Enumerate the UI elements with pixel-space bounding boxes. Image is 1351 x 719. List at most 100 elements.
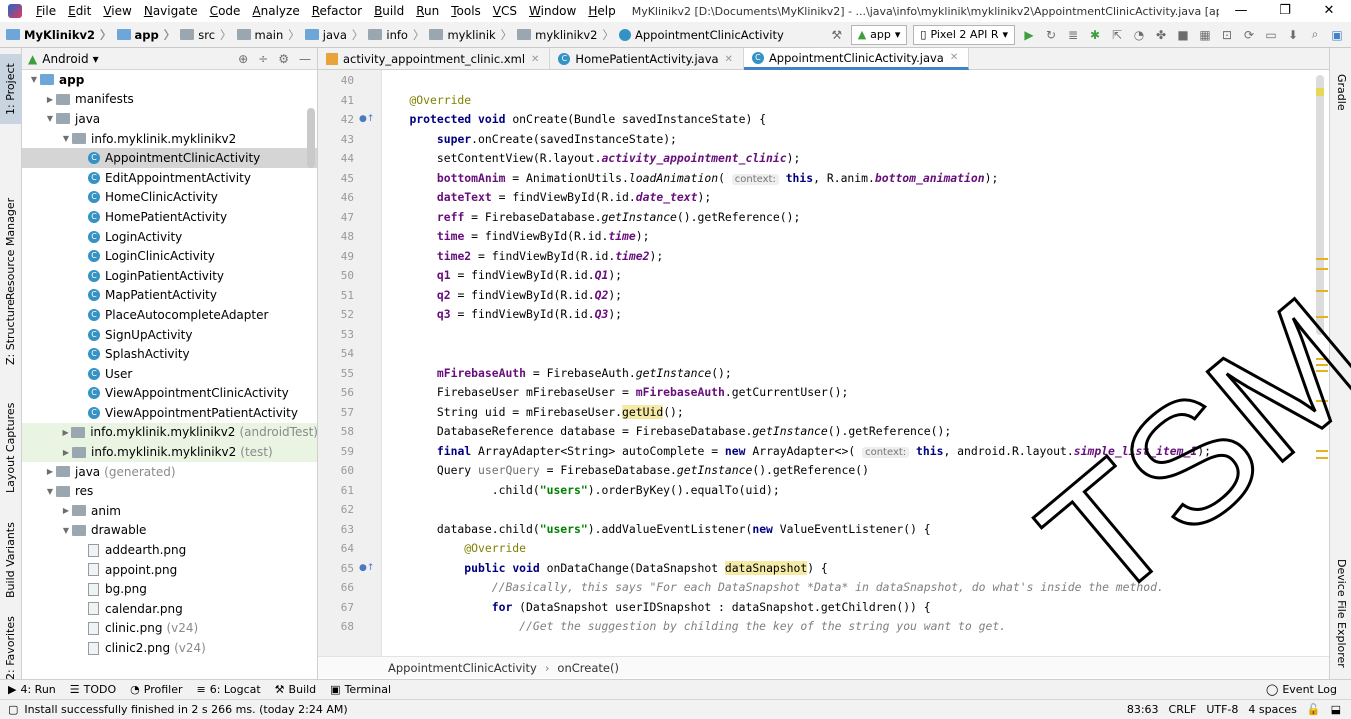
editor-tab[interactable]: C AppointmentClinicActivity.java ✕ — [743, 48, 970, 70]
tool-tab-resource-manager[interactable]: Resource Manager — [0, 194, 22, 304]
override-marker-icon[interactable]: ●↑ — [359, 110, 374, 130]
code-line[interactable]: .child("users").orderByKey().equalTo(uid… — [382, 481, 780, 501]
tool-tab-logcat[interactable]: ≡ 6: Logcat — [197, 683, 261, 696]
line-number[interactable]: 47 — [318, 208, 354, 228]
expanded-arrow-icon[interactable]: ▼ — [60, 134, 72, 143]
code-line[interactable]: protected void onCreate(Bundle savedInst… — [382, 110, 766, 130]
tree-item[interactable]: C AppointmentClinicActivity — [22, 148, 317, 168]
line-number[interactable]: 57 — [318, 403, 354, 423]
apply-code-changes-icon[interactable]: ≣ — [1065, 27, 1081, 43]
line-number[interactable]: 51 — [318, 286, 354, 306]
tool-tab-favorites[interactable]: 2: Favorites — [0, 616, 22, 680]
code-line[interactable]: @Override — [382, 91, 471, 111]
code-line[interactable]: final ArrayAdapter<String> autoComplete … — [382, 442, 1211, 462]
tree-item[interactable]: C LoginActivity — [22, 227, 317, 247]
error-stripe-marker[interactable] — [1316, 316, 1328, 318]
expanded-arrow-icon[interactable]: ▼ — [60, 526, 72, 535]
code-line[interactable]: @Override — [382, 539, 526, 559]
tool-tab-device-file-explorer[interactable]: Device File Explorer — [1330, 548, 1351, 678]
indent-setting[interactable]: 4 spaces — [1248, 703, 1297, 716]
error-stripe-marker[interactable] — [1316, 400, 1328, 402]
tree-item[interactable]: calendar.png — [22, 599, 317, 619]
file-encoding[interactable]: UTF-8 — [1206, 703, 1238, 716]
tool-tab-event-log[interactable]: ◯ Event Log — [1266, 683, 1337, 696]
tool-tab-structure[interactable]: Z: Structure — [0, 292, 22, 372]
menu-navigate[interactable]: Navigate — [138, 0, 204, 22]
project-structure-icon[interactable]: ▦ — [1197, 27, 1213, 43]
tool-tab-layout-captures[interactable]: Layout Captures — [0, 398, 22, 498]
debug-icon[interactable]: ✱ — [1087, 27, 1103, 43]
line-number[interactable]: 52 — [318, 305, 354, 325]
tree-item[interactable]: ▶ anim — [22, 501, 317, 521]
override-marker-icon[interactable]: ●↑ — [359, 559, 374, 579]
line-number[interactable]: 40 — [318, 71, 354, 91]
sdk-manager-icon[interactable]: ⬇ — [1285, 27, 1301, 43]
tree-item[interactable]: C HomePatientActivity — [22, 207, 317, 227]
code-line[interactable]: //Get the suggestion by childing the key… — [382, 617, 1006, 637]
locate-icon[interactable]: ⊕ — [238, 52, 248, 66]
nav-crumb-info[interactable]: info 〉 — [368, 27, 429, 43]
close-icon[interactable]: ✕ — [1307, 0, 1351, 22]
line-number[interactable]: 42 — [318, 110, 354, 130]
code-line[interactable]: database.child("users").addValueEventLis… — [382, 520, 931, 540]
tool-tab-todo[interactable]: ☰ TODO — [70, 683, 116, 696]
editor-gutter[interactable]: 40 41 42 ●↑ 43 44 45 46 47 48 49 50 51 52 53 54 55 56 57 58… — [318, 70, 382, 656]
profile-icon[interactable]: ◔ — [1131, 27, 1147, 43]
line-number[interactable]: 66 — [318, 578, 354, 598]
line-number[interactable]: 49 — [318, 247, 354, 267]
collapsed-arrow-icon[interactable]: ▶ — [60, 428, 71, 437]
tree-item[interactable]: C ViewAppointmentClinicActivity — [22, 384, 317, 404]
tree-item[interactable]: C PlaceAutocompleteAdapter — [22, 305, 317, 325]
tree-item[interactable]: ▶ manifests — [22, 90, 317, 110]
code-line[interactable]: mFirebaseAuth = FirebaseAuth.getInstance… — [382, 364, 732, 384]
tree-item[interactable]: ▼ java — [22, 109, 317, 129]
tree-item[interactable]: ▶ info.myklinik.myklinikv2 (test) — [22, 442, 317, 462]
line-number[interactable]: 61 — [318, 481, 354, 501]
line-number[interactable]: 55 — [318, 364, 354, 384]
expanded-arrow-icon[interactable]: ▼ — [44, 487, 56, 496]
nav-crumb-main[interactable]: main 〉 — [236, 27, 305, 43]
editor-tab[interactable]: activity_appointment_clinic.xml ✕ — [318, 48, 551, 70]
tree-item[interactable]: appoint.png — [22, 560, 317, 580]
line-number[interactable]: 59 — [318, 442, 354, 462]
menu-edit[interactable]: Edit — [62, 0, 97, 22]
project-view-select[interactable]: Android — [42, 52, 88, 66]
line-number[interactable]: 64 — [318, 539, 354, 559]
tool-tab-gradle[interactable]: Gradle — [1330, 62, 1351, 122]
nav-crumb-class[interactable]: AppointmentClinicActivity — [619, 28, 784, 42]
tree-item[interactable]: C EditAppointmentActivity — [22, 168, 317, 188]
menu-view[interactable]: View — [97, 0, 137, 22]
line-number[interactable]: 68 — [318, 617, 354, 637]
nav-crumb-src[interactable]: src 〉 — [180, 27, 236, 43]
code-line[interactable]: for (DataSnapshot userIDSnapshot : dataS… — [382, 598, 931, 618]
run-icon[interactable]: ▶ — [1021, 27, 1037, 43]
line-number[interactable]: 48 — [318, 227, 354, 247]
stop-icon[interactable]: ■ — [1175, 27, 1191, 43]
tree-item[interactable]: C LoginPatientActivity — [22, 266, 317, 286]
line-number[interactable]: 53 — [318, 325, 354, 345]
line-number[interactable]: 43 — [318, 130, 354, 150]
run-config-select[interactable]: ▲ app ▾ — [850, 24, 908, 45]
code-line[interactable]: DatabaseReference database = FirebaseDat… — [382, 422, 951, 442]
editor-tab[interactable]: C HomePatientActivity.java ✕ — [550, 48, 744, 70]
line-number[interactable]: 44 — [318, 149, 354, 169]
line-number[interactable]: 67 — [318, 598, 354, 618]
error-stripe-marker[interactable] — [1316, 364, 1328, 366]
code-line[interactable]: time2 = findViewById(R.id.time2); — [382, 247, 663, 267]
menu-refactor[interactable]: Refactor — [306, 0, 368, 22]
tree-item[interactable]: C SignUpActivity — [22, 325, 317, 345]
tree-item[interactable]: C HomeClinicActivity — [22, 188, 317, 208]
expanded-arrow-icon[interactable]: ▼ — [44, 114, 56, 123]
code-editor[interactable]: 40 41 42 ●↑ 43 44 45 46 47 48 49 50 51 52 53 54 55 56 57 58… — [318, 70, 1329, 656]
line-number[interactable]: 60 — [318, 461, 354, 481]
line-number[interactable]: 62 — [318, 500, 354, 520]
tree-item[interactable]: ▶ java (generated) — [22, 462, 317, 482]
menu-tools[interactable]: Tools — [445, 0, 487, 22]
nav-crumb-myklinikv2[interactable]: myklinikv2 〉 — [517, 27, 619, 43]
line-number[interactable]: 63 — [318, 520, 354, 540]
nav-crumb-myklinik[interactable]: myklinik 〉 — [429, 27, 517, 43]
collapse-all-icon[interactable]: ÷ — [258, 52, 268, 66]
tool-tab-build-variants[interactable]: Build Variants — [0, 518, 22, 603]
tree-item[interactable]: addearth.png — [22, 540, 317, 560]
inspection-status-icon[interactable] — [1316, 88, 1324, 96]
